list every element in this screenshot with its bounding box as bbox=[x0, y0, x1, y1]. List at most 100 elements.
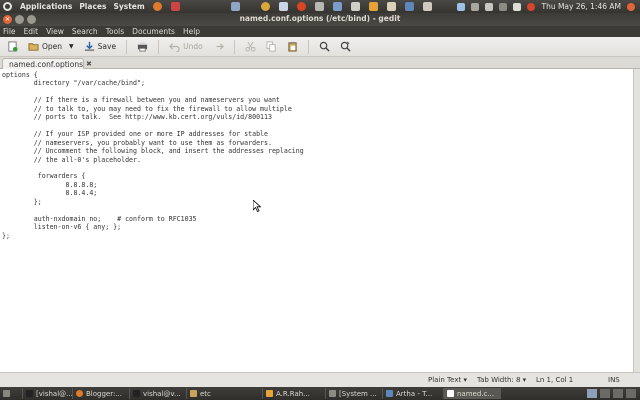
power-icon[interactable] bbox=[527, 2, 536, 11]
battery-icon[interactable] bbox=[513, 2, 522, 11]
text-editor-icon bbox=[447, 390, 454, 397]
workspace-2[interactable] bbox=[600, 389, 610, 398]
undo-button[interactable]: Undo bbox=[166, 39, 206, 55]
save-button[interactable]: Save bbox=[81, 39, 119, 55]
document-tabbar: named.conf.options ✖ bbox=[0, 57, 640, 69]
cursor-position: Ln 1, Col 1 bbox=[536, 376, 574, 384]
panel-launchers bbox=[152, 2, 432, 11]
folder-open-icon bbox=[28, 43, 39, 51]
paste-button[interactable] bbox=[284, 39, 301, 55]
menu-tools[interactable]: Tools bbox=[106, 27, 124, 36]
copy-button[interactable] bbox=[263, 39, 280, 55]
menu-file[interactable]: File bbox=[3, 27, 16, 36]
taskbar-item-label: Artha - T... bbox=[396, 389, 433, 398]
language-selector[interactable]: Plain Text ▾ bbox=[428, 376, 467, 384]
open-button[interactable]: Open ▼ bbox=[25, 39, 77, 55]
taskbar-item[interactable]: vishal@v... bbox=[129, 388, 186, 399]
copy-icon bbox=[266, 41, 276, 52]
launcher-icon[interactable] bbox=[332, 2, 342, 11]
tab-width-label: Tab Width: 8 bbox=[477, 376, 521, 384]
desktop-icon bbox=[3, 390, 10, 397]
undo-icon bbox=[169, 43, 180, 52]
redo-button[interactable] bbox=[210, 39, 227, 55]
taskbar-item-label: [vishal@... bbox=[36, 389, 72, 398]
clipboard-icon bbox=[288, 41, 297, 52]
taskbar-item[interactable]: Artha - T... bbox=[382, 388, 443, 399]
menu-help[interactable]: Help bbox=[183, 27, 200, 36]
window-title: named.conf.options (/etc/bind) - gedit bbox=[239, 14, 401, 23]
taskbar-item[interactable]: A.R.Rah... bbox=[262, 388, 325, 399]
taskbar-item[interactable]: [System ... bbox=[325, 388, 382, 399]
menu-edit[interactable]: Edit bbox=[24, 27, 39, 36]
system-menu[interactable]: System bbox=[113, 2, 144, 11]
editor-content[interactable]: options { directory "/var/cache/bind"; /… bbox=[0, 69, 633, 240]
save-icon bbox=[84, 41, 94, 52]
taskbar-item[interactable]: [vishal@... bbox=[22, 388, 72, 399]
tab-width-selector[interactable]: Tab Width: 8 ▾ bbox=[477, 376, 526, 384]
text-editor[interactable]: options { directory "/var/cache/bind"; /… bbox=[0, 69, 633, 372]
firefox-icon bbox=[76, 390, 83, 397]
mouse-cursor-icon bbox=[253, 200, 261, 212]
search-replace-button[interactable] bbox=[337, 39, 354, 55]
menu-view[interactable]: View bbox=[46, 27, 64, 36]
workspace-3[interactable] bbox=[613, 389, 623, 398]
workspace-4[interactable] bbox=[626, 389, 636, 398]
taskbar-item-label: etc bbox=[200, 389, 211, 398]
menu-search[interactable]: Search bbox=[72, 27, 98, 36]
chrome-launcher-icon[interactable] bbox=[260, 2, 270, 11]
applications-menu[interactable]: Applications bbox=[20, 2, 72, 11]
music-player-icon bbox=[266, 390, 273, 397]
volume-icon[interactable] bbox=[485, 2, 494, 11]
cut-button[interactable] bbox=[242, 39, 259, 55]
workspace-1[interactable] bbox=[587, 389, 597, 398]
folder-icon bbox=[190, 390, 197, 397]
language-label: Plain Text bbox=[428, 376, 462, 384]
vertical-scrollbar[interactable] bbox=[633, 69, 640, 372]
search-button[interactable] bbox=[316, 39, 333, 55]
printer-icon bbox=[138, 41, 148, 52]
terminal-icon bbox=[133, 390, 140, 397]
launcher-icon[interactable] bbox=[230, 2, 240, 11]
system-tray: Thu May 26, 1:46 AM bbox=[457, 2, 640, 11]
opera-launcher-icon[interactable] bbox=[296, 2, 306, 11]
terminal-icon bbox=[26, 390, 33, 397]
open-label: Open bbox=[42, 42, 63, 51]
find-replace-icon bbox=[340, 41, 351, 52]
window-titlebar[interactable]: ✕ named.conf.options (/etc/bind) - gedit bbox=[0, 13, 640, 26]
tab-named-conf-options[interactable]: named.conf.options ✖ bbox=[2, 58, 92, 69]
panel-clock[interactable]: Thu May 26, 1:46 AM bbox=[541, 2, 621, 11]
launcher-icon[interactable] bbox=[314, 2, 324, 11]
new-document-icon bbox=[8, 41, 18, 52]
launcher-icon[interactable] bbox=[278, 2, 288, 11]
top-panel: Applications Places System Thu May 26, 1… bbox=[0, 0, 640, 13]
toolbar: Open ▼ Save Undo bbox=[0, 37, 640, 57]
places-menu[interactable]: Places bbox=[79, 2, 106, 11]
launcher-icon[interactable] bbox=[368, 2, 378, 11]
taskbar-item[interactable]: Blogger:... bbox=[72, 388, 129, 399]
workspace-switcher bbox=[587, 389, 640, 398]
launcher-icon[interactable] bbox=[386, 2, 396, 11]
launcher-icon[interactable] bbox=[170, 2, 180, 11]
print-button[interactable] bbox=[134, 39, 151, 55]
menu-documents[interactable]: Documents bbox=[132, 27, 175, 36]
save-label: Save bbox=[97, 42, 117, 51]
bottom-panel: [vishal@... Blogger:... vishal@v... etc … bbox=[0, 387, 640, 400]
statusbar: Plain Text ▾ Tab Width: 8 ▾ Ln 1, Col 1 … bbox=[0, 372, 640, 387]
chevron-down-icon[interactable]: ▼ bbox=[69, 43, 74, 50]
taskbar-item-active[interactable]: named.c... bbox=[443, 388, 501, 399]
launcher-icon[interactable] bbox=[422, 2, 432, 11]
undo-label: Undo bbox=[183, 42, 203, 51]
close-tab-icon[interactable]: ✖ bbox=[86, 60, 92, 68]
launcher-icon[interactable] bbox=[350, 2, 360, 11]
bluetooth-icon[interactable] bbox=[471, 2, 480, 11]
taskbar-item[interactable]: etc bbox=[186, 388, 262, 399]
firefox-launcher-icon[interactable] bbox=[152, 2, 162, 11]
panel-menus: Applications Places System bbox=[0, 0, 145, 13]
new-button[interactable] bbox=[4, 39, 21, 55]
show-desktop-button[interactable] bbox=[0, 388, 22, 399]
shutdown-icon[interactable] bbox=[627, 2, 635, 11]
launcher-icon[interactable] bbox=[404, 2, 414, 11]
menubar: File Edit View Search Tools Documents He… bbox=[0, 26, 640, 37]
mail-icon[interactable] bbox=[499, 2, 508, 11]
network-icon[interactable] bbox=[457, 2, 466, 11]
